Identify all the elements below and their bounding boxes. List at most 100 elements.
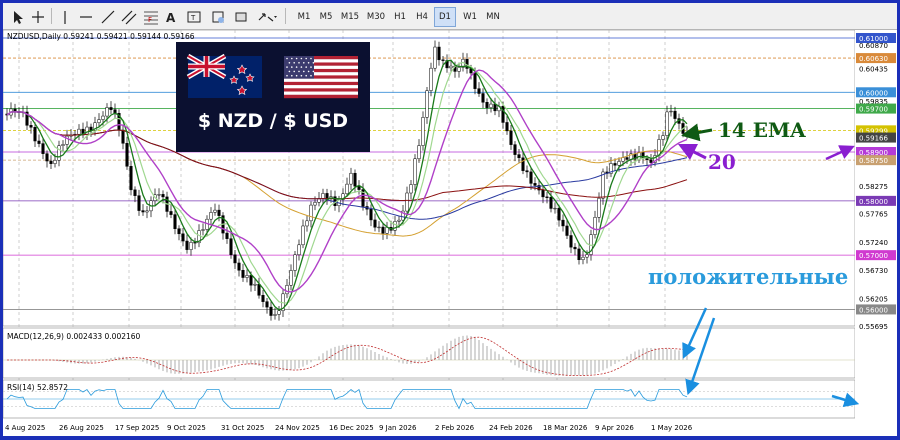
candle-body <box>573 246 577 250</box>
candle-body <box>325 193 329 199</box>
trendline-icon[interactable] <box>99 7 117 27</box>
price-label: 0.56000 <box>859 306 888 314</box>
timeframe-h4[interactable]: H4 <box>411 7 433 27</box>
candle-body <box>409 184 413 194</box>
candle-body <box>441 59 445 61</box>
candle-body <box>85 126 89 135</box>
candle-body <box>493 103 497 112</box>
candle-body <box>489 103 493 108</box>
vertical-line-icon[interactable] <box>57 7 73 27</box>
pair-title: $ NZD / $ USD <box>197 110 349 132</box>
candle-body <box>201 229 205 231</box>
candle-body <box>429 67 433 91</box>
timeframe-d1[interactable]: D1 <box>434 7 456 27</box>
candle-body <box>133 189 137 196</box>
candle-body <box>313 202 317 206</box>
candle-body <box>505 122 509 132</box>
candle-body <box>129 166 133 191</box>
candle-body <box>53 160 57 164</box>
candle-body <box>305 220 309 227</box>
shapes-icon[interactable] <box>209 7 227 27</box>
candle-body <box>561 219 565 227</box>
candle-body <box>641 152 645 159</box>
candle-body <box>57 145 61 161</box>
candle-body <box>177 228 181 235</box>
new-zealand-flag-icon <box>186 53 262 98</box>
candle-body <box>529 171 533 184</box>
time-label: 16 Dec 2025 <box>329 424 374 432</box>
timeframe-h1[interactable]: H1 <box>389 7 411 27</box>
chart-canvas[interactable]: 0.008006-0.00000-0.006201 1007050.000030… <box>2 29 897 436</box>
candle-body <box>581 256 585 260</box>
candle-body <box>685 131 689 134</box>
candle-body <box>369 208 373 221</box>
ema-annotation: 14 EMA <box>718 118 806 142</box>
candle-body <box>321 193 325 199</box>
price-label: 0.58000 <box>859 198 888 206</box>
candle-body <box>625 157 629 160</box>
cursor-icon[interactable] <box>9 7 25 27</box>
candle-body <box>405 192 409 212</box>
price-axis: 0.610000.608700.606300.604350.600000.598… <box>855 30 897 436</box>
macd-label: MACD(12,26,9) 0.002433 0.002160 <box>7 332 141 341</box>
candle-body <box>569 235 573 248</box>
candle-body <box>393 221 397 231</box>
time-label: 1 May 2026 <box>651 424 693 432</box>
text-icon[interactable]: A <box>163 7 179 27</box>
timeframe-m1[interactable]: M1 <box>293 7 315 27</box>
candle-body <box>613 163 617 166</box>
candle-body <box>477 88 481 94</box>
text-label-icon[interactable]: T <box>185 7 203 27</box>
candle-body <box>645 158 649 160</box>
candle-body <box>413 158 417 185</box>
crosshair-icon[interactable] <box>29 7 47 27</box>
svg-text:F: F <box>148 16 152 24</box>
flags-image <box>186 53 358 99</box>
time-label: 24 Nov 2025 <box>275 424 320 432</box>
rectangle-icon[interactable] <box>233 7 249 27</box>
candle-body <box>253 283 257 286</box>
ma20-annotation: 20 <box>708 150 736 174</box>
candle-body <box>517 154 521 159</box>
candle-body <box>285 285 289 295</box>
candle-body <box>141 210 145 213</box>
candle-body <box>353 172 357 187</box>
price-label: 0.57765 <box>859 211 888 219</box>
candle-body <box>301 225 305 246</box>
candle-body <box>621 157 625 162</box>
horizontal-line-icon[interactable] <box>77 7 95 27</box>
equidistant-channel-icon[interactable] <box>119 7 139 27</box>
candle-body <box>109 107 113 110</box>
timeframe-mn[interactable]: MN <box>481 7 505 27</box>
candle-body <box>29 125 33 128</box>
timeframe-w1[interactable]: W1 <box>459 7 481 27</box>
positive-annotation: положительные <box>648 264 849 289</box>
candle-body <box>213 209 217 213</box>
candle-body <box>457 67 461 72</box>
candle-body <box>669 110 673 113</box>
candle-body <box>449 65 453 69</box>
timeframe-m30[interactable]: M30 <box>363 7 389 27</box>
fibonacci-icon[interactable]: F <box>141 7 161 27</box>
candle-body <box>513 144 517 155</box>
candle-body <box>665 111 669 136</box>
price-label: 0.58750 <box>859 157 888 165</box>
candle-body <box>485 102 489 108</box>
chart-area[interactable]: 0.008006-0.00000-0.006201 1007050.000030… <box>2 29 897 436</box>
timeframe-m5[interactable]: M5 <box>315 7 337 27</box>
svg-text:A: A <box>166 11 176 25</box>
candle-body <box>257 283 261 296</box>
candle-body <box>673 110 677 119</box>
candle-body <box>549 196 553 209</box>
arrows-icon[interactable] <box>255 7 279 27</box>
candle-body <box>265 301 269 308</box>
price-label: 0.57000 <box>859 252 888 260</box>
candle-body <box>597 197 601 218</box>
candle-body <box>525 170 529 173</box>
timeframe-m15[interactable]: M15 <box>337 7 363 27</box>
candle-body <box>241 270 245 278</box>
candle-body <box>577 248 581 260</box>
candle-body <box>101 115 105 120</box>
candle-body <box>553 207 557 210</box>
price-label: 0.58275 <box>859 183 888 191</box>
